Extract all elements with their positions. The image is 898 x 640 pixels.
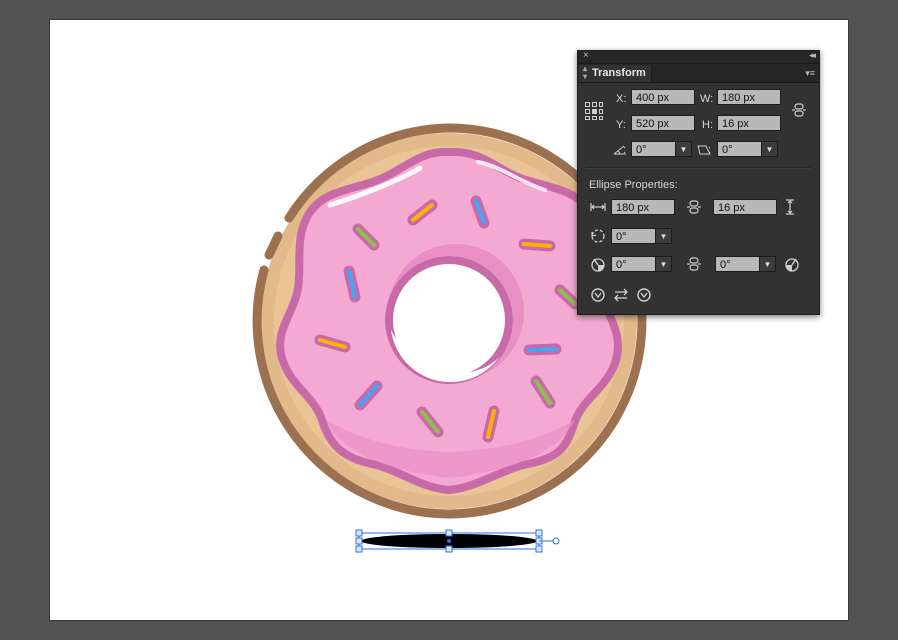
pie-end-field[interactable]: 0° [715,256,761,272]
width-icon [590,203,606,211]
panel-divider [586,167,811,169]
x-label: X: [616,93,627,105]
invert-pie-start-icon[interactable] [590,287,606,303]
reference-point-icon[interactable] [584,101,604,121]
pie-rotation-dropdown[interactable]: ▼ [655,228,672,244]
tab-sort-icon: ▴ ▾ [583,64,588,81]
invert-pie-end-icon[interactable] [636,287,652,303]
ellipse-properties-title: Ellipse Properties: [589,179,678,191]
pie-start-dropdown[interactable]: ▼ [655,256,672,272]
pie-end-dropdown[interactable]: ▼ [759,256,776,272]
pie-rotation-icon [591,229,605,243]
shear-dropdown[interactable]: ▼ [761,141,778,157]
ellipse-height-field[interactable]: 16 px [713,199,777,215]
w-label: W: [700,93,714,105]
pie-end-icon[interactable] [784,256,800,272]
panel-menu-icon[interactable]: ▾≡ [805,68,815,79]
rotate-colon: : [623,144,627,156]
width-field[interactable]: 180 px [717,89,781,105]
pie-widget-handle[interactable] [552,537,560,545]
collapse-panel-icon[interactable]: ◂◂ [809,50,816,61]
height-icon [786,199,794,215]
constrain-link-icon[interactable] [791,102,807,118]
pie-start-field[interactable]: 0° [611,256,657,272]
shear-field[interactable]: 0° [717,141,763,157]
h-label: H: [702,119,713,131]
swap-icon[interactable] [613,288,629,302]
ellipse-constrain-icon[interactable] [686,199,702,215]
height-field[interactable]: 16 px [717,115,781,131]
panel-titlebar[interactable]: × ◂◂ [578,50,819,64]
x-field[interactable]: 400 px [631,89,695,105]
y-field[interactable]: 520 px [631,115,695,131]
rotate-dropdown[interactable]: ▼ [675,141,692,157]
tab-transform[interactable]: ▴ ▾ Transform [579,65,652,82]
pie-constrain-icon[interactable] [686,256,702,272]
close-panel-icon[interactable]: × [583,50,589,61]
center-point [447,539,451,543]
pie-rotation-field[interactable]: 0° [611,228,657,244]
ellipse-width-field[interactable]: 180 px [611,199,675,215]
rotate-field[interactable]: 0° [631,141,677,157]
shear-colon: : [708,144,712,156]
panel-tab-row: ▴ ▾ Transform ▾≡ [578,64,819,83]
tab-transform-label: Transform [592,67,646,79]
y-label: Y: [616,119,626,131]
pie-start-icon[interactable] [590,256,606,272]
transform-panel: × ◂◂ ▴ ▾ Transform ▾≡ X: 400 px W: 180 px… [577,50,820,315]
